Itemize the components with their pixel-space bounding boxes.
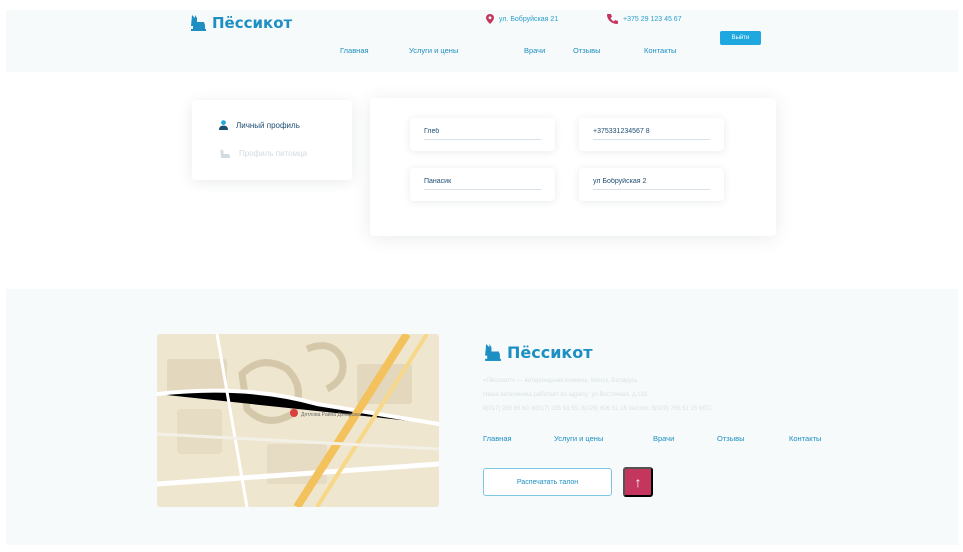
- header-address[interactable]: ул. Бобруйская 21: [486, 14, 558, 24]
- cat-logo-icon: [485, 344, 501, 361]
- sidebar-item-personal-profile[interactable]: Личный профиль: [219, 120, 300, 130]
- scroll-top-button[interactable]: ↑: [623, 467, 653, 497]
- phone-icon: [607, 14, 618, 24]
- address-field: [579, 168, 724, 201]
- sidebar-item-label: Профиль питомца: [239, 148, 308, 158]
- phone-input[interactable]: [593, 128, 710, 140]
- map-graphic: Дятлова Райна Дзяарова: [157, 334, 439, 507]
- location-map[interactable]: Дятлова Райна Дзяарова: [157, 334, 439, 507]
- arrow-up-icon: ↑: [634, 474, 642, 490]
- location-pin-icon: [486, 14, 494, 24]
- user-icon: [219, 120, 228, 130]
- sidebar-item-label: Личный профиль: [236, 120, 300, 130]
- phone-field: [579, 118, 724, 151]
- nav-home[interactable]: Главная: [340, 46, 409, 55]
- pet-icon: [220, 149, 230, 158]
- site-footer: [6, 289, 958, 545]
- last-name-input[interactable]: [424, 178, 541, 190]
- footer-phones: 8(017) 285 65 60, 8(017) 285 93 55, 8(02…: [483, 406, 712, 412]
- first-name-field: [410, 118, 555, 151]
- header-phone[interactable]: +375 29 123 45 67: [607, 14, 682, 24]
- page: Пёссикот ул. Бобруйская 21 +375 29 123 4…: [0, 0, 963, 552]
- footer-address: Наша ветклиника работает по адресу: ул.В…: [483, 392, 648, 398]
- nav-services[interactable]: Услуги и цены: [409, 46, 524, 55]
- logout-button[interactable]: Выйти: [720, 31, 761, 45]
- profile-sidebar: Личный профиль Профиль питомца: [192, 100, 352, 180]
- site-header: [6, 10, 958, 72]
- profile-form: [370, 98, 776, 236]
- header-nav: Главная Услуги и цены Врачи Отзывы Конта…: [340, 46, 694, 55]
- footer-nav-reviews[interactable]: Отзывы: [717, 434, 789, 443]
- nav-contacts[interactable]: Контакты: [644, 46, 694, 55]
- address-input[interactable]: [593, 178, 710, 190]
- footer-nav-home[interactable]: Главная: [483, 434, 554, 443]
- footer-nav-contacts[interactable]: Контакты: [789, 434, 839, 443]
- header-logo[interactable]: Пёссикот: [189, 14, 292, 32]
- sidebar-item-pet-profile[interactable]: Профиль питомца: [219, 148, 307, 158]
- footer-nav-services[interactable]: Услуги и цены: [554, 434, 653, 443]
- brand-name: Пёссикот: [212, 14, 293, 32]
- footer-nav-doctors[interactable]: Врачи: [653, 434, 717, 443]
- nav-doctors[interactable]: Врачи: [524, 46, 573, 55]
- map-pin-label: Дятлова Райна Дзяарова: [301, 411, 360, 418]
- address-text: ул. Бобруйская 21: [499, 15, 559, 23]
- last-name-field: [410, 168, 555, 201]
- brand-name: Пёссикот: [507, 343, 593, 362]
- phone-text: +375 29 123 45 67: [623, 15, 682, 23]
- footer-nav: Главная Услуги и цены Врачи Отзывы Конта…: [483, 434, 839, 443]
- cat-logo-icon: [191, 15, 206, 31]
- first-name-input[interactable]: [424, 128, 541, 140]
- footer-logo[interactable]: Пёссикот: [483, 343, 593, 362]
- nav-reviews[interactable]: Отзывы: [573, 46, 644, 55]
- footer-description: «Пёссикот» — ветеринарная клиника, Минск…: [483, 378, 638, 384]
- print-ticket-button[interactable]: Распечатать талон: [483, 468, 612, 496]
